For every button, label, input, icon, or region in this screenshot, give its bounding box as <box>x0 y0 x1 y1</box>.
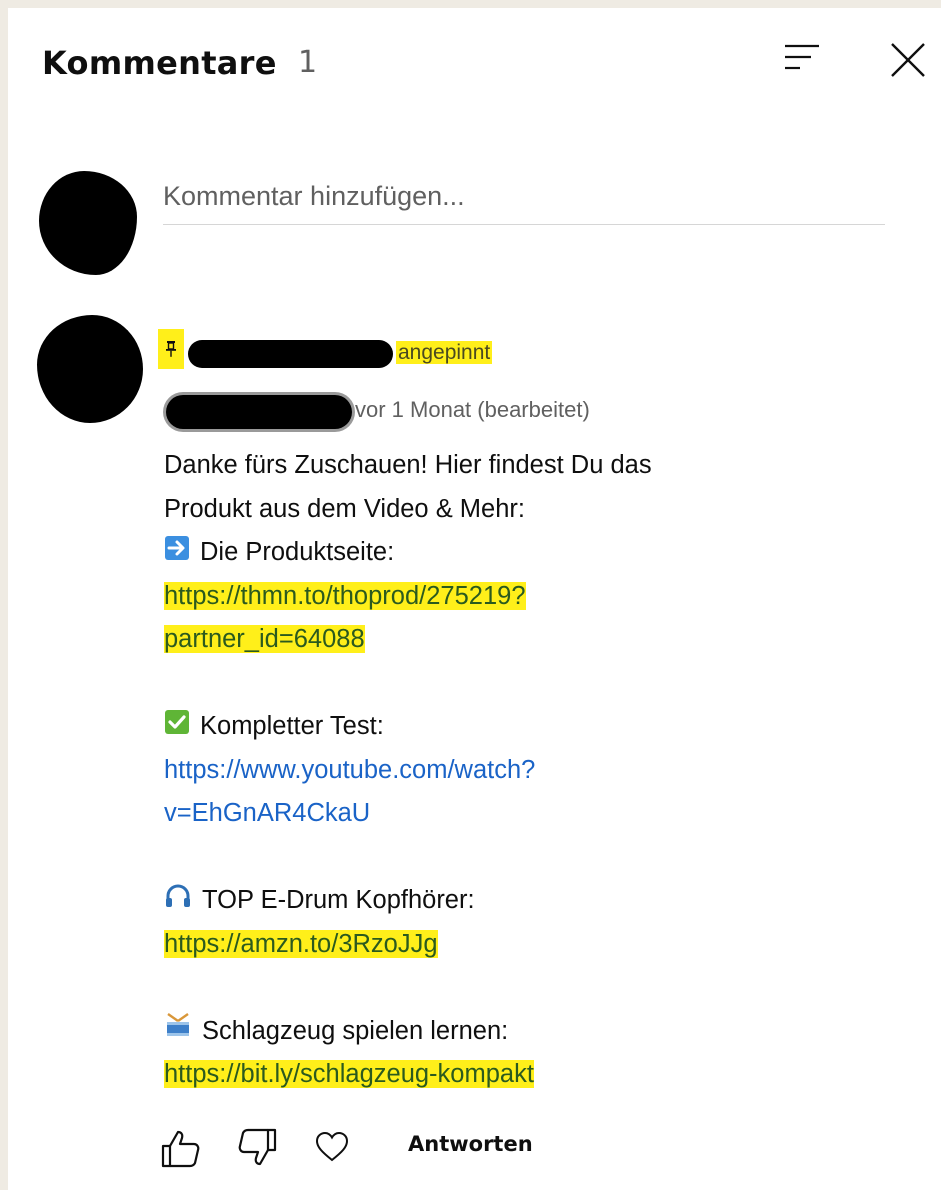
comments-count: 1 <box>298 45 318 80</box>
product-link-line-2[interactable]: partner_id=64088 <box>164 625 365 653</box>
test-link-line-1[interactable]: https://www.youtube.com/watch? <box>164 756 535 784</box>
pin-icon <box>166 341 176 357</box>
section-label-product: Die Produktseite: <box>164 531 884 575</box>
section-label-text: Schlagzeug spielen lernen: <box>202 1016 509 1045</box>
drum-emoji-icon <box>164 1010 192 1054</box>
product-link-line-1[interactable]: https://thmn.to/thoprod/275219? <box>164 581 526 610</box>
headphone-emoji-icon <box>164 880 192 924</box>
pinned-label-text: angepinnt <box>396 341 493 364</box>
section-label-headphones: TOP E-Drum Kopfhörer: <box>164 879 884 923</box>
my-avatar-redacted <box>39 171 137 275</box>
intro-line-2: Produkt aus dem Video & Mehr: <box>164 494 525 523</box>
dislike-button[interactable] <box>236 1126 280 1175</box>
like-button[interactable] <box>158 1126 202 1175</box>
comment-actions: Antworten <box>158 1126 578 1176</box>
intro-line-1: Danke fürs Zuschauen! Hier findest Du da… <box>164 451 652 479</box>
comment-body: Danke fürs Zuschauen! Hier findest Du da… <box>164 444 884 1097</box>
section-label-text: Die Produktseite: <box>200 538 395 566</box>
comments-title: Kommentare <box>42 44 277 82</box>
heart-icon <box>315 1131 349 1162</box>
comment-timestamp[interactable]: vor 1 Monat (bearbeitet) <box>355 393 590 427</box>
heart-button[interactable] <box>314 1130 350 1169</box>
thumbs-down-icon <box>238 1128 277 1166</box>
test-link-line-2[interactable]: v=EhGnAR4CkaU <box>164 799 370 827</box>
section-label-test: Kompletter Test: <box>164 705 884 749</box>
author-name-redacted[interactable] <box>188 340 393 368</box>
author-avatar-redacted[interactable] <box>37 315 143 423</box>
sort-button[interactable] <box>778 36 824 82</box>
sort-icon <box>785 44 819 70</box>
section-label-text: Kompletter Test: <box>200 712 384 740</box>
section-label-drums: Schlagzeug spielen lernen: <box>164 1010 884 1054</box>
reply-button[interactable]: Antworten <box>408 1132 533 1156</box>
headphones-link[interactable]: https://amzn.to/3RzoJJg <box>164 929 438 958</box>
pinned-label: angepinnt <box>396 338 493 368</box>
right-arrow-emoji-icon <box>164 532 190 576</box>
comments-panel: Kommentare 1 angepinnt vor 1 Monat (bear… <box>8 8 941 1190</box>
author-handle-redacted[interactable] <box>166 395 352 429</box>
add-comment-input[interactable] <box>163 174 885 225</box>
close-icon <box>891 43 925 77</box>
check-mark-emoji-icon <box>164 706 190 750</box>
drums-link[interactable]: https://bit.ly/schlagzeug-kompakt <box>164 1060 534 1088</box>
close-button[interactable] <box>886 38 930 82</box>
pin-badge <box>158 329 184 369</box>
thumbs-up-icon <box>161 1130 200 1168</box>
section-label-text: TOP E-Drum Kopfhörer: <box>202 886 475 914</box>
